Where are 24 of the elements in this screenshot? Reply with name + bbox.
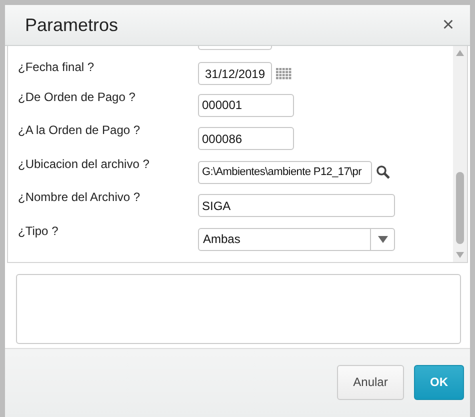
field-label: ¿Nombre del Archivo ? bbox=[18, 189, 142, 204]
dialog-title: Parametros bbox=[25, 14, 118, 36]
scroll-thumb[interactable] bbox=[456, 172, 464, 244]
field-label: ¿De Orden de Pago ? bbox=[18, 88, 136, 104]
dropdown[interactable]: Ambas bbox=[198, 228, 395, 250]
scrollbar[interactable] bbox=[453, 46, 467, 262]
input-field[interactable] bbox=[198, 46, 272, 50]
search-icon[interactable] bbox=[376, 165, 390, 179]
field-label: ¿Tipo ? bbox=[18, 222, 60, 238]
caret-icon bbox=[378, 236, 388, 242]
date-field[interactable]: 31/12/2019 bbox=[198, 62, 272, 85]
field-label: ¿Ubicacion del archivo ? bbox=[18, 156, 150, 170]
input-field[interactable]: SIGA bbox=[198, 194, 395, 217]
input-field[interactable]: 000001 bbox=[198, 94, 294, 116]
field-label: ¿A la Orden de Pago ? bbox=[18, 122, 142, 137]
scroll-down-icon[interactable] bbox=[456, 252, 464, 258]
close-button[interactable]: × bbox=[438, 15, 458, 35]
calendar-icon[interactable] bbox=[276, 68, 292, 80]
text-area[interactable] bbox=[16, 274, 461, 344]
cancel-button[interactable]: Anular bbox=[337, 364, 404, 400]
scroll-up-icon[interactable] bbox=[456, 50, 464, 56]
input-field[interactable]: G:\Ambientes\ambiente P12_17\pr bbox=[198, 160, 372, 184]
input-field[interactable]: 000086 bbox=[198, 127, 294, 150]
field-label: ¿Fecha final ? bbox=[18, 59, 96, 74]
